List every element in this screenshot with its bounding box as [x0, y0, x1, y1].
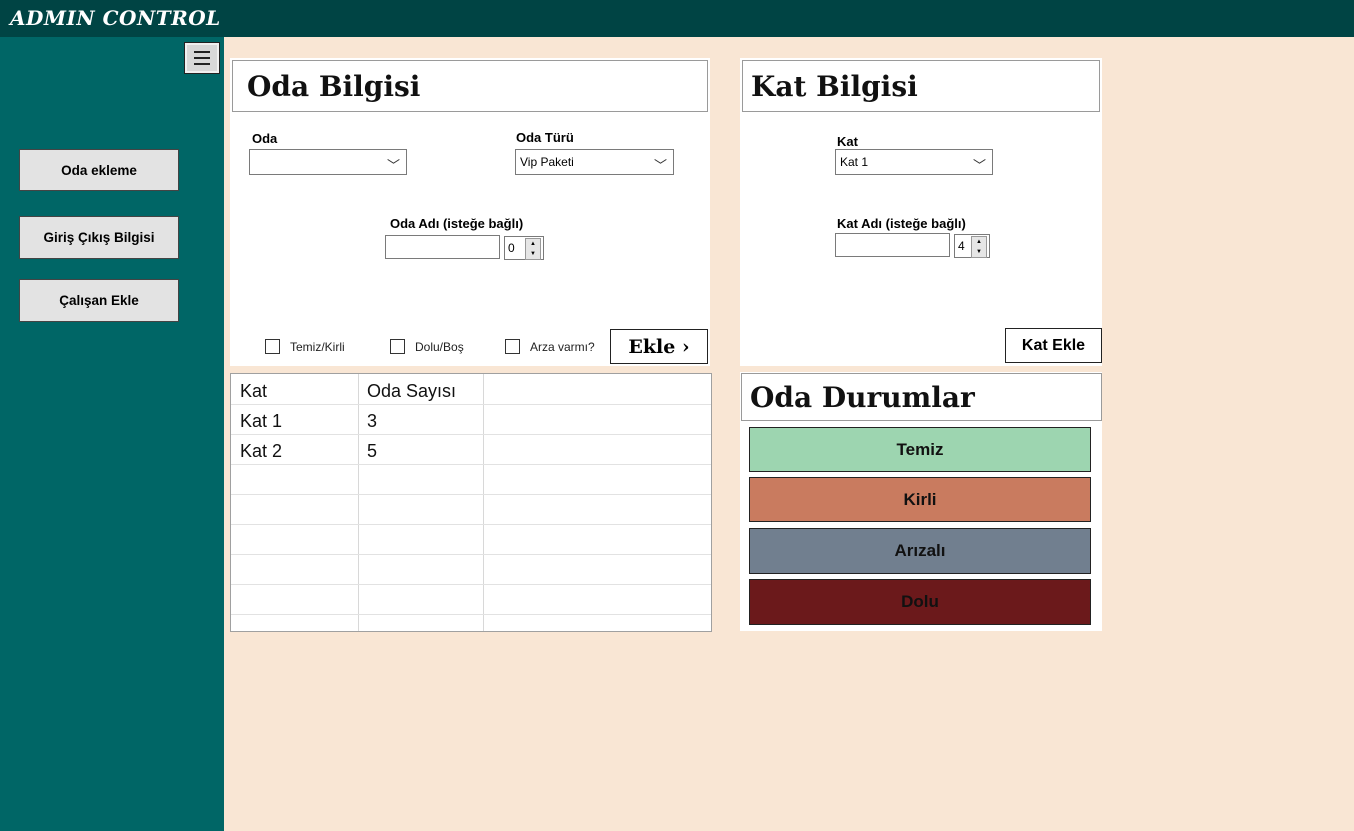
checkbox-icon[interactable]	[390, 339, 405, 354]
oda-bilgisi-title: Oda Bilgisi	[232, 60, 708, 112]
arza-label: Arza varmı?	[530, 339, 595, 354]
table-cell[interactable]: Kat 1	[231, 406, 358, 436]
status-arizali-button[interactable]: Arızalı	[749, 528, 1091, 574]
table-header-oda-sayisi: Oda Sayısı	[367, 381, 457, 401]
ekle-button[interactable]: Ekle ›	[610, 329, 708, 364]
temiz-kirli-label: Temiz/Kirli	[290, 339, 345, 354]
dolu-bos-checkbox[interactable]: Dolu/Boş	[390, 339, 464, 354]
kat-bilgisi-title: Kat Bilgisi	[742, 60, 1100, 112]
oda-select[interactable]: ﹀	[249, 149, 407, 175]
kat-ekle-button[interactable]: Kat Ekle	[1005, 328, 1102, 363]
kat-label: Kat	[837, 134, 858, 149]
sidebar-item-giris-cikis[interactable]: Giriş Çıkış Bilgisi	[19, 216, 179, 259]
oda-adi-input[interactable]	[385, 235, 500, 259]
table-cell[interactable]: 5	[358, 436, 483, 466]
kat-select[interactable]: Kat 1 ﹀	[835, 149, 993, 175]
dolu-bos-label: Dolu/Boş	[415, 339, 464, 354]
status-temiz-button[interactable]: Temiz	[749, 427, 1091, 472]
oda-adi-label: Oda Adı (isteğe bağlı)	[390, 216, 524, 231]
oda-label: Oda	[252, 131, 278, 146]
oda-number-spinner[interactable]: 0 ▲ ▼	[504, 236, 544, 260]
oda-turu-label: Oda Türü	[516, 130, 574, 145]
oda-turu-value: Vip Paketi	[520, 155, 574, 169]
checkbox-icon[interactable]	[505, 339, 520, 354]
temiz-kirli-checkbox[interactable]: Temiz/Kirli	[265, 339, 345, 354]
sidebar-item-oda-ekleme[interactable]: Oda ekleme	[19, 149, 179, 191]
chevron-down-icon: ﹀	[972, 158, 986, 173]
oda-turu-select[interactable]: Vip Paketi ﹀	[515, 149, 674, 175]
status-kirli-button[interactable]: Kirli	[749, 477, 1091, 522]
spinner-arrows-icon[interactable]: ▲ ▼	[971, 236, 987, 258]
app-title: ADMIN CONTROL	[10, 6, 221, 30]
oda-number-value: 0	[508, 241, 515, 255]
chevron-down-icon: ﹀	[386, 158, 400, 173]
kat-number-value: 4	[958, 239, 965, 253]
table-cell[interactable]: 3	[358, 406, 483, 436]
status-dolu-button[interactable]: Dolu	[749, 579, 1091, 625]
arza-checkbox[interactable]: Arza varmı?	[505, 339, 595, 354]
kat-select-value: Kat 1	[840, 155, 869, 169]
chevron-down-icon: ﹀	[653, 158, 667, 173]
spinner-arrows-icon[interactable]: ▲ ▼	[525, 238, 541, 260]
kat-table[interactable]: Kat Oda Sayısı Kat 1 3 Kat 2 5	[230, 373, 712, 632]
table-cell[interactable]: Kat 2	[231, 436, 358, 466]
checkbox-icon[interactable]	[265, 339, 280, 354]
kat-number-spinner[interactable]: 4 ▲ ▼	[954, 234, 990, 258]
kat-adi-input[interactable]	[835, 233, 950, 257]
table-header-kat: Kat	[240, 381, 268, 401]
kat-adi-label: Kat Adı (isteğe bağlı)	[837, 216, 966, 231]
oda-durumlar-title: Oda Durumlar	[741, 373, 1102, 421]
menu-toggle-button[interactable]	[184, 42, 220, 74]
sidebar-item-calisan-ekle[interactable]: Çalışan Ekle	[19, 279, 179, 322]
